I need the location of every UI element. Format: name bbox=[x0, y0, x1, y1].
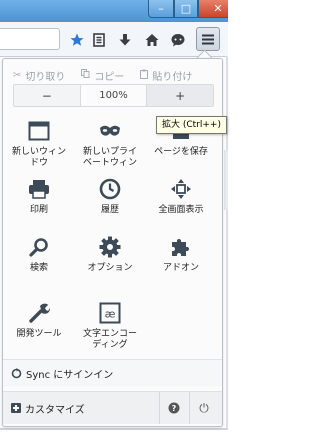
search-icon bbox=[27, 235, 51, 259]
developer-wrench-icon bbox=[27, 301, 51, 325]
private-window-item[interactable]: 新しいプライ ベートウィン bbox=[78, 119, 142, 169]
text-encoding-icon: æ bbox=[98, 301, 122, 325]
window-border bbox=[226, 56, 228, 430]
minimize-button[interactable]: – bbox=[148, 0, 174, 18]
new-window-item[interactable]: 新しいウィン ドウ bbox=[7, 119, 71, 169]
clipboard-icon bbox=[140, 69, 149, 82]
zoom-out-button[interactable]: − bbox=[14, 85, 80, 106]
power-icon: ⏻ bbox=[199, 400, 209, 415]
fullscreen-icon bbox=[169, 177, 193, 201]
menu-icon[interactable] bbox=[196, 27, 220, 51]
paste-label: 貼り付け bbox=[152, 71, 193, 83]
zoom-reset-button[interactable]: 100% bbox=[79, 85, 148, 106]
history-label: 履歴 bbox=[100, 205, 119, 215]
history-icon bbox=[98, 177, 122, 201]
new-window-icon bbox=[27, 119, 51, 143]
options-label: オプション bbox=[87, 263, 133, 273]
copy-button[interactable]: コピー bbox=[81, 68, 124, 83]
print-icon bbox=[27, 177, 51, 201]
sync-icon bbox=[11, 367, 22, 379]
bookmark-star-icon[interactable] bbox=[67, 31, 87, 49]
paste-button[interactable]: 貼り付け bbox=[140, 68, 192, 83]
desktop-background bbox=[228, 0, 296, 438]
text-encoding-item[interactable]: æ 文字エンコー ディング bbox=[78, 301, 142, 351]
addons-puzzle-icon bbox=[169, 235, 193, 259]
zoom-in-button[interactable]: + bbox=[147, 85, 214, 106]
private-window-label: 新しいプライ ベートウィン bbox=[82, 147, 137, 168]
customize-label: カスタマイズ bbox=[25, 404, 85, 416]
addons-label: アドオン bbox=[162, 263, 199, 273]
zoom-controls: − 100% + bbox=[13, 84, 214, 107]
cut-button[interactable]: ✂ 切り取り bbox=[13, 68, 65, 83]
customize-plus-icon bbox=[11, 403, 21, 413]
scissors-icon: ✂ bbox=[13, 69, 22, 81]
search-label: 検索 bbox=[29, 263, 48, 273]
chat-icon[interactable] bbox=[168, 31, 188, 49]
home-icon[interactable] bbox=[142, 31, 162, 49]
maximize-button[interactable]: □ bbox=[174, 0, 198, 18]
url-bar[interactable] bbox=[0, 28, 60, 50]
history-item[interactable]: 履歴 bbox=[78, 177, 142, 216]
print-item[interactable]: 印刷 bbox=[7, 177, 71, 216]
edit-controls: ✂ 切り取り コピー 貼り付け bbox=[13, 65, 213, 85]
copy-icon bbox=[81, 69, 90, 81]
navigation-toolbar bbox=[0, 22, 228, 57]
text-encoding-label: 文字エンコー ディング bbox=[82, 329, 137, 350]
search-item[interactable]: 検索 bbox=[7, 235, 71, 274]
fullscreen-label: 全画面表示 bbox=[158, 205, 204, 215]
reading-list-icon[interactable] bbox=[89, 31, 109, 49]
window-bottom-border bbox=[0, 428, 228, 430]
svg-text:æ: æ bbox=[105, 308, 116, 321]
zoom-in-tooltip: 拡大 (Ctrl++) bbox=[156, 116, 227, 134]
save-page-label: ページを保存 bbox=[154, 147, 208, 157]
private-window-icon bbox=[98, 119, 122, 143]
svg-text:?: ? bbox=[172, 404, 177, 413]
developer-tools-label: 開発ツール bbox=[16, 329, 62, 339]
print-label: 印刷 bbox=[29, 205, 48, 215]
help-button[interactable]: ? bbox=[159, 392, 188, 424]
customize-button[interactable]: カスタマイズ bbox=[3, 392, 85, 424]
options-gear-icon bbox=[98, 235, 122, 259]
addons-item[interactable]: アドオン bbox=[149, 235, 213, 274]
window-controls: – □ ✕ bbox=[148, 0, 238, 18]
options-item[interactable]: オプション bbox=[78, 235, 142, 274]
sync-label: Sync にサインイン bbox=[26, 369, 114, 381]
menu-panel: ✂ 切り取り コピー 貼り付け − 100% + 新しいウィン ドウ 新しいプラ… bbox=[2, 58, 223, 427]
fullscreen-item[interactable]: 全画面表示 bbox=[149, 177, 213, 216]
help-icon: ? bbox=[168, 402, 180, 414]
footer-bar: カスタマイズ ? ⏻ bbox=[3, 391, 222, 424]
new-window-label: 新しいウィン ドウ bbox=[11, 147, 66, 168]
scrollbar-track bbox=[224, 150, 228, 210]
copy-label: コピー bbox=[94, 71, 125, 83]
sync-signin-button[interactable]: Sync にサインイン bbox=[3, 360, 222, 386]
developer-tools-item[interactable]: 開発ツール bbox=[7, 301, 71, 340]
quit-button[interactable]: ⏻ bbox=[189, 392, 218, 424]
download-icon[interactable] bbox=[115, 31, 135, 49]
cut-label: 切り取り bbox=[25, 71, 66, 83]
